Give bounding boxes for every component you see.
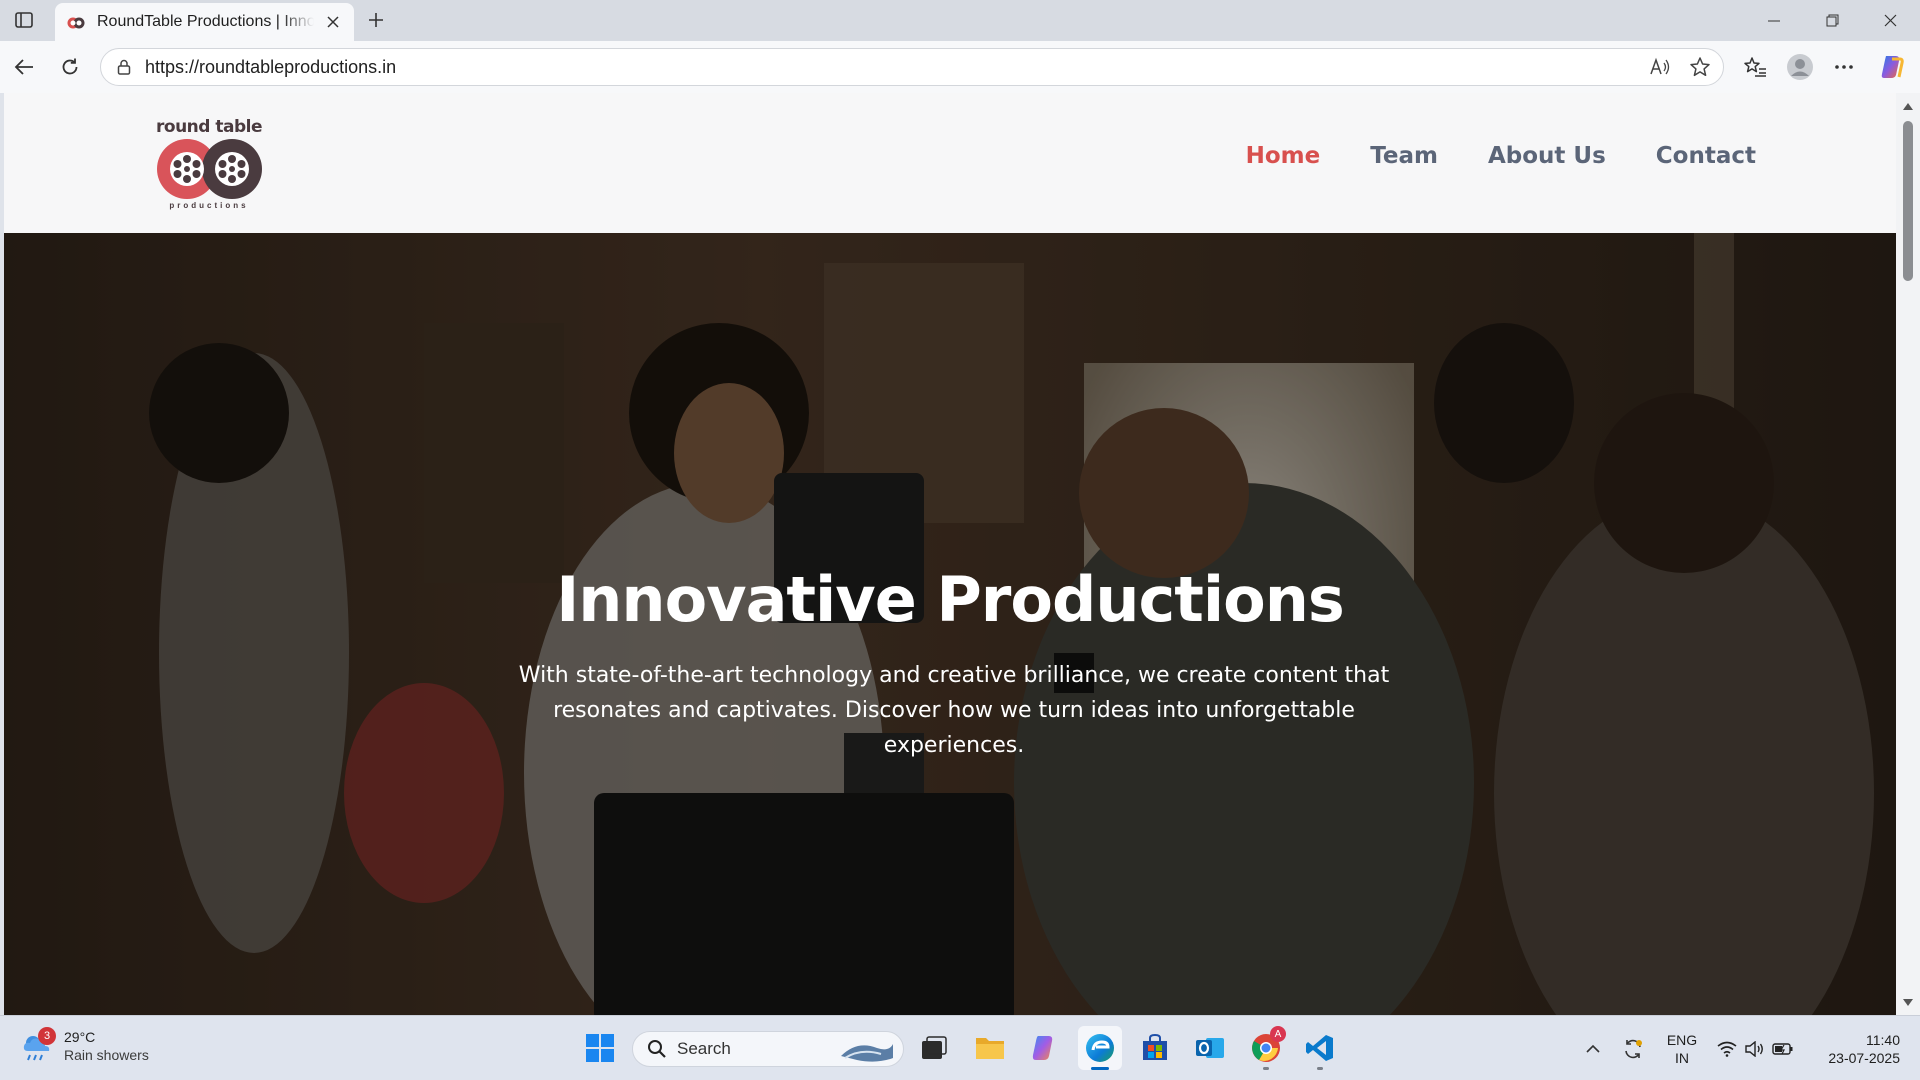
scroll-up-icon[interactable] (1896, 97, 1920, 115)
logo-wordmark: round table (156, 117, 262, 137)
edge-browser-button[interactable] (1078, 1026, 1122, 1070)
back-arrow-icon (14, 59, 33, 75)
minimize-icon (1768, 20, 1780, 21)
tab-actions-button[interactable] (10, 8, 38, 32)
sync-status-button[interactable] (1618, 1016, 1648, 1080)
copilot-button[interactable] (1874, 50, 1910, 84)
language-indicator[interactable]: ENG IN (1662, 1031, 1702, 1067)
page-viewport: round table productions Home Team About … (4, 93, 1896, 1015)
film-reels-logo-icon (157, 139, 262, 199)
close-icon (1884, 14, 1896, 27)
chrome-profile-badge: A (1270, 1026, 1286, 1042)
folder-icon (976, 1038, 1004, 1059)
weather-description: Rain showers (64, 1047, 149, 1063)
address-bar[interactable]: https://roundtableproductions.in (100, 48, 1724, 86)
windows-taskbar: 3 29°C Rain showers Search A ENG IN 11:4… (0, 1015, 1920, 1080)
vscode-icon (1306, 1035, 1333, 1061)
site-header: round table productions Home Team About … (4, 93, 1896, 233)
nav-contact[interactable]: Contact (1656, 143, 1756, 169)
settings-more-button[interactable] (1826, 50, 1862, 84)
minimize-button[interactable] (1746, 0, 1802, 41)
chrome-button[interactable]: A (1244, 1026, 1288, 1070)
read-aloud-icon[interactable] (1643, 50, 1677, 84)
back-button[interactable] (6, 50, 42, 84)
hero-title: Innovative Productions (556, 563, 1345, 636)
vscode-button[interactable] (1298, 1026, 1342, 1070)
outlook-button[interactable] (1188, 1026, 1232, 1070)
sidebar-layout-icon (15, 12, 33, 28)
favorites-button[interactable] (1737, 50, 1773, 84)
show-hidden-icons-button[interactable] (1580, 1016, 1606, 1080)
hero-section: Innovative Productions With state-of-the… (4, 233, 1896, 1015)
nav-home[interactable]: Home (1246, 143, 1321, 169)
favorites-list-icon (1744, 57, 1766, 77)
copilot-app-icon (1032, 1036, 1053, 1060)
sync-icon (1625, 1039, 1642, 1058)
roundtable-favicon-icon (67, 17, 85, 29)
restore-icon (1826, 14, 1838, 27)
copilot-app-button[interactable] (1022, 1026, 1066, 1070)
speaker-icon (1745, 1040, 1763, 1057)
weather-temperature: 29°C (64, 1029, 96, 1045)
chevron-up-icon (1586, 1044, 1600, 1053)
url-text[interactable]: https://roundtableproductions.in (145, 57, 1643, 78)
hero-description: With state-of-the-art technology and cre… (518, 663, 1390, 758)
active-tab[interactable]: RoundTable Productions | Innovative Prod… (55, 3, 354, 41)
windows-logo-icon (586, 1034, 614, 1062)
new-tab-button[interactable] (362, 8, 390, 32)
outlook-icon (1196, 1038, 1224, 1058)
close-tab-icon[interactable] (322, 11, 344, 33)
file-explorer-button[interactable] (968, 1026, 1012, 1070)
battery-button[interactable] (1770, 1016, 1796, 1080)
weather-alert-badge: 3 (38, 1027, 56, 1045)
browser-tab-bar: RoundTable Productions | Innovative Prod… (0, 0, 1920, 41)
taskbar-search[interactable]: Search (632, 1031, 904, 1067)
refresh-button[interactable] (52, 50, 88, 84)
logo-subtitle: productions (169, 201, 249, 210)
scroll-thumb[interactable] (1903, 121, 1913, 281)
start-button[interactable] (578, 1026, 622, 1070)
microsoft-store-button[interactable] (1133, 1026, 1177, 1070)
active-app-indicator (1091, 1067, 1109, 1070)
running-app-indicator (1317, 1067, 1323, 1070)
rain-cloud-icon: 3 (20, 1027, 56, 1063)
nav-team[interactable]: Team (1370, 143, 1438, 169)
main-navigation: Home Team About Us Contact (1246, 143, 1756, 169)
running-app-indicator (1263, 1067, 1269, 1070)
restore-button[interactable] (1804, 0, 1860, 41)
copilot-icon (1881, 56, 1904, 78)
clock[interactable]: 11:40 23-07-2025 (1808, 1031, 1900, 1067)
plus-icon (369, 13, 383, 27)
favorite-star-icon[interactable] (1683, 50, 1717, 84)
wifi-button[interactable] (1714, 1016, 1740, 1080)
site-info-lock-icon[interactable] (113, 56, 135, 78)
region-code: IN (1675, 1050, 1689, 1066)
weather-widget[interactable]: 3 29°C Rain showers (20, 1027, 149, 1063)
search-highlight-icon (841, 1044, 893, 1062)
profile-button[interactable] (1782, 50, 1818, 84)
tab-title: RoundTable Productions | Innovative Prod… (97, 13, 314, 30)
edge-icon (1086, 1034, 1114, 1062)
scroll-down-icon[interactable] (1896, 993, 1920, 1011)
wifi-icon (1717, 1041, 1737, 1057)
more-dots-icon (1835, 65, 1853, 69)
clock-time: 11:40 (1866, 1032, 1900, 1048)
nav-about-us[interactable]: About Us (1488, 143, 1606, 169)
clock-date: 23-07-2025 (1828, 1050, 1900, 1066)
page-scrollbar[interactable] (1896, 93, 1920, 1015)
volume-button[interactable] (1742, 1016, 1768, 1080)
language-code: ENG (1666, 1032, 1698, 1048)
task-view-icon (922, 1036, 947, 1059)
browser-toolbar: https://roundtableproductions.in (0, 41, 1920, 93)
avatar-icon (1787, 54, 1813, 80)
refresh-icon (62, 58, 78, 75)
battery-charging-icon (1772, 1042, 1793, 1055)
store-icon (1143, 1033, 1167, 1060)
close-window-button[interactable] (1862, 0, 1918, 41)
search-label: Search (677, 1039, 731, 1058)
task-view-button[interactable] (912, 1026, 956, 1070)
search-icon (648, 1040, 666, 1058)
site-logo[interactable]: round table productions (154, 117, 274, 213)
